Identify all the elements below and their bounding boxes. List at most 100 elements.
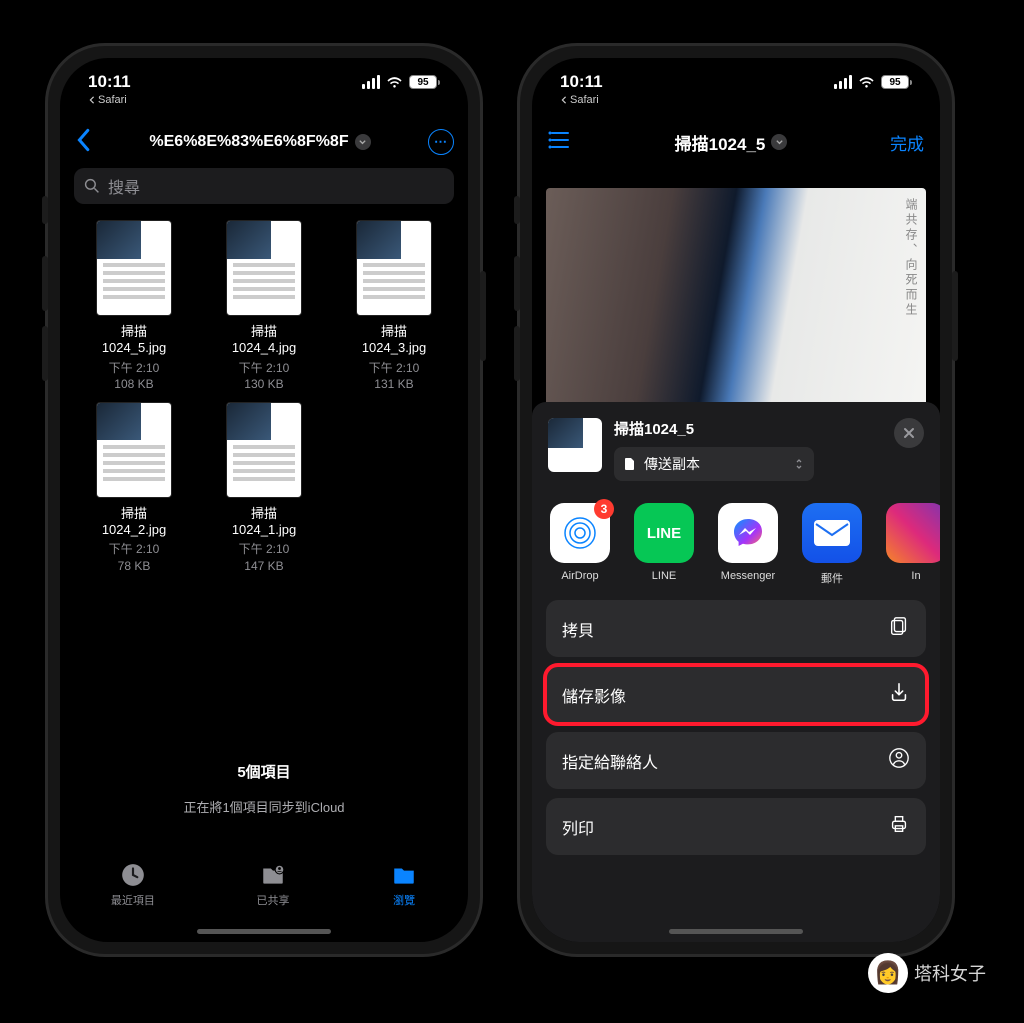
share-app-airdrop[interactable]: 3 AirDrop [548,503,612,586]
file-item[interactable]: 掃描1024_2.jpg 下午 2:1078 KB [74,402,194,574]
share-sheet: 掃描1024_5 傳送副本 3 AirDrop LINE LINE Messeng… [532,402,940,942]
app-label: In [911,570,920,582]
file-item[interactable]: 掃描1024_4.jpg 下午 2:10130 KB [204,220,324,392]
file-grid: 掃描1024_5.jpg 下午 2:10108 KB 掃描1024_4.jpg … [74,220,454,574]
sheet-options-button[interactable]: 傳送副本 [614,447,814,481]
share-app-messenger[interactable]: Messenger [716,503,780,586]
volume-down [42,326,48,381]
tab-recents[interactable]: 最近項目 [111,862,155,942]
side-button [42,196,48,224]
action-icon [888,681,910,708]
action-icon [888,615,910,642]
tab-label: 瀏覽 [393,892,415,908]
done-button[interactable]: 完成 [890,130,924,155]
nav-title-text: %E6%8E%83%E6%8F%8F [149,133,348,151]
home-indicator[interactable] [197,929,331,934]
tab-label: 最近項目 [111,892,155,908]
file-name: 掃描1024_2.jpg [102,506,166,539]
action-2[interactable]: 指定給聯絡人 [546,732,926,789]
phone-left: 10:11 Safari 95 %E6%8E%83%E6%8F%8F [45,43,483,957]
dynamic-island [204,68,324,102]
folder-shared-icon [260,862,286,888]
breadcrumb-safari[interactable]: Safari [560,94,603,106]
app-label: Messenger [721,570,775,582]
file-thumbnail [226,220,302,316]
search-placeholder: 搜尋 [108,174,140,198]
dynamic-island [676,68,796,102]
list-button[interactable] [548,130,572,155]
share-app-in[interactable]: In [884,503,940,586]
app-label: AirDrop [561,570,598,582]
phone-right: 10:11 Safari 95 掃描1024_5 [517,43,955,957]
chevron-down-icon [355,134,371,150]
breadcrumb-label: Safari [570,94,599,106]
power-button [952,271,958,361]
back-button[interactable] [74,128,92,157]
file-meta: 下午 2:10130 KB [239,360,290,392]
document-icon [624,457,636,471]
action-1[interactable]: 儲存影像 [546,666,926,723]
app-icon [718,503,778,563]
status-time: 10:11 [88,72,131,92]
file-meta: 下午 2:10131 KB [369,360,420,392]
file-meta: 下午 2:10147 KB [239,541,290,573]
file-name: 掃描1024_5.jpg [102,324,166,357]
volume-up [514,256,520,311]
clock-icon [120,862,146,888]
sheet-title: 掃描1024_5 [614,418,882,439]
sheet-thumbnail [548,418,602,472]
file-thumbnail [96,220,172,316]
file-thumbnail [226,402,302,498]
breadcrumb-label: Safari [98,94,127,106]
nav-title-text: 掃描1024_5 [675,130,766,155]
file-item[interactable]: 掃描1024_1.jpg 下午 2:10147 KB [204,402,324,574]
tab-label: 已共享 [256,892,289,908]
file-item[interactable]: 掃描1024_3.jpg 下午 2:10131 KB [334,220,454,392]
sync-status: 正在將1個項目同步到iCloud [60,797,468,816]
watermark-avatar: 👩 [868,953,908,993]
action-icon [888,747,910,774]
tab-browse[interactable]: 瀏覽 [391,862,417,942]
action-icon [888,813,910,840]
app-icon: 3 [550,503,610,563]
nav-bar: %E6%8E%83%E6%8F%8F ⋯ [60,120,468,164]
share-actions: 拷貝儲存影像指定給聯絡人列印 [532,600,940,855]
image-preview[interactable]: 端共存、向死而生 [546,188,926,438]
wifi-icon [386,76,403,89]
side-button [514,196,520,224]
action-3[interactable]: 列印 [546,798,926,855]
file-name: 掃描1024_1.jpg [232,506,296,539]
app-label: LINE [652,570,676,582]
action-label: 列印 [562,815,594,839]
preview-text: 端共存、向死而生 [903,188,926,438]
file-thumbnail [96,402,172,498]
action-label: 指定給聯絡人 [562,749,658,773]
home-indicator[interactable] [669,929,803,934]
nav-title[interactable]: 掃描1024_5 [675,130,788,155]
share-app-郵件[interactable]: 郵件 [800,503,864,586]
battery-icon: 95 [409,75,440,89]
share-apps-row[interactable]: 3 AirDrop LINE LINE Messenger 郵件 In [532,481,940,600]
wifi-icon [858,76,875,89]
file-name: 掃描1024_3.jpg [362,324,426,357]
file-item[interactable]: 掃描1024_5.jpg 下午 2:10108 KB [74,220,194,392]
more-button[interactable]: ⋯ [428,129,454,155]
file-meta: 下午 2:1078 KB [109,541,160,573]
action-label: 拷貝 [562,617,594,641]
action-label: 儲存影像 [562,683,626,707]
sheet-option-label: 傳送副本 [644,454,700,474]
app-icon [886,503,940,563]
action-0[interactable]: 拷貝 [546,600,926,657]
app-icon: LINE [634,503,694,563]
selector-icon [794,457,804,471]
search-field[interactable]: 搜尋 [74,168,454,204]
app-icon [802,503,862,563]
close-button[interactable] [894,418,924,448]
watermark: 👩 塔科女子 [868,953,986,993]
breadcrumb-safari[interactable]: Safari [88,94,131,106]
status-time: 10:11 [560,72,603,92]
nav-title[interactable]: %E6%8E%83%E6%8F%8F [149,133,370,151]
volume-up [42,256,48,311]
share-app-line[interactable]: LINE LINE [632,503,696,586]
file-name: 掃描1024_4.jpg [232,324,296,357]
